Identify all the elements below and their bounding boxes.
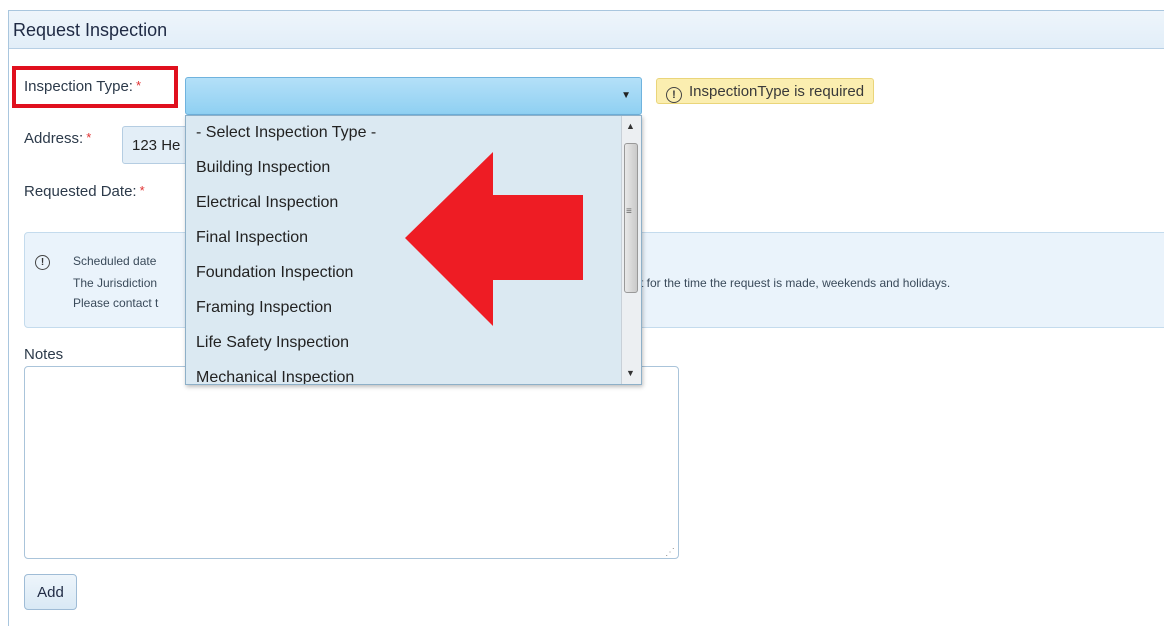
info-icon: ! [35, 255, 50, 270]
address-label: Address: * [24, 130, 91, 147]
address-input[interactable]: 123 He [122, 126, 192, 164]
notes-textarea[interactable]: ⋰ [24, 366, 679, 559]
info-line-2-end: t for the time the request is made, week… [640, 276, 951, 290]
info-line-2-start: The Jurisdiction [73, 276, 158, 290]
inspection-type-label: Inspection Type: * [24, 78, 141, 95]
info-line-1: Scheduled date [73, 254, 157, 268]
notes-label: Notes [24, 346, 64, 363]
address-label-text: Address: [24, 130, 84, 147]
dropdown-option-mechanical[interactable]: Mechanical Inspection [186, 361, 641, 384]
dropdown-option-select[interactable]: - Select Inspection Type - [186, 116, 641, 151]
panel-title: Request Inspection [13, 20, 168, 40]
inspection-type-select[interactable]: ▼ [185, 77, 642, 115]
required-marker: * [86, 130, 92, 145]
resize-grip-icon[interactable]: ⋰ [665, 547, 675, 558]
scroll-thumb[interactable]: ≡ [624, 143, 638, 293]
required-marker: * [135, 78, 142, 93]
info-line-3: Please contact t [73, 296, 159, 310]
requested-date-label-text: Requested Date: [24, 183, 137, 200]
chevron-down-icon: ▼ [621, 90, 631, 101]
grip-icon: ≡ [626, 206, 632, 217]
requested-date-label: Requested Date: * [24, 183, 145, 200]
arrow-left-icon [405, 152, 583, 326]
scroll-up-icon[interactable]: ▲ [626, 121, 635, 131]
warning-icon: ! [666, 87, 682, 103]
dropdown-option-life-safety[interactable]: Life Safety Inspection [186, 326, 641, 361]
scroll-down-icon[interactable]: ▼ [626, 368, 635, 378]
inspection-type-label-text: Inspection Type: [24, 78, 133, 95]
required-marker: * [139, 183, 145, 198]
validation-message: ! InspectionType is required [656, 78, 875, 104]
validation-text: InspectionType is required [689, 83, 865, 100]
add-button[interactable]: Add [24, 574, 77, 610]
dropdown-scrollbar[interactable]: ▲ ≡ ▼ [621, 116, 641, 384]
panel-header: Request Inspection [9, 11, 1164, 49]
red-arrow-annotation [405, 152, 583, 326]
